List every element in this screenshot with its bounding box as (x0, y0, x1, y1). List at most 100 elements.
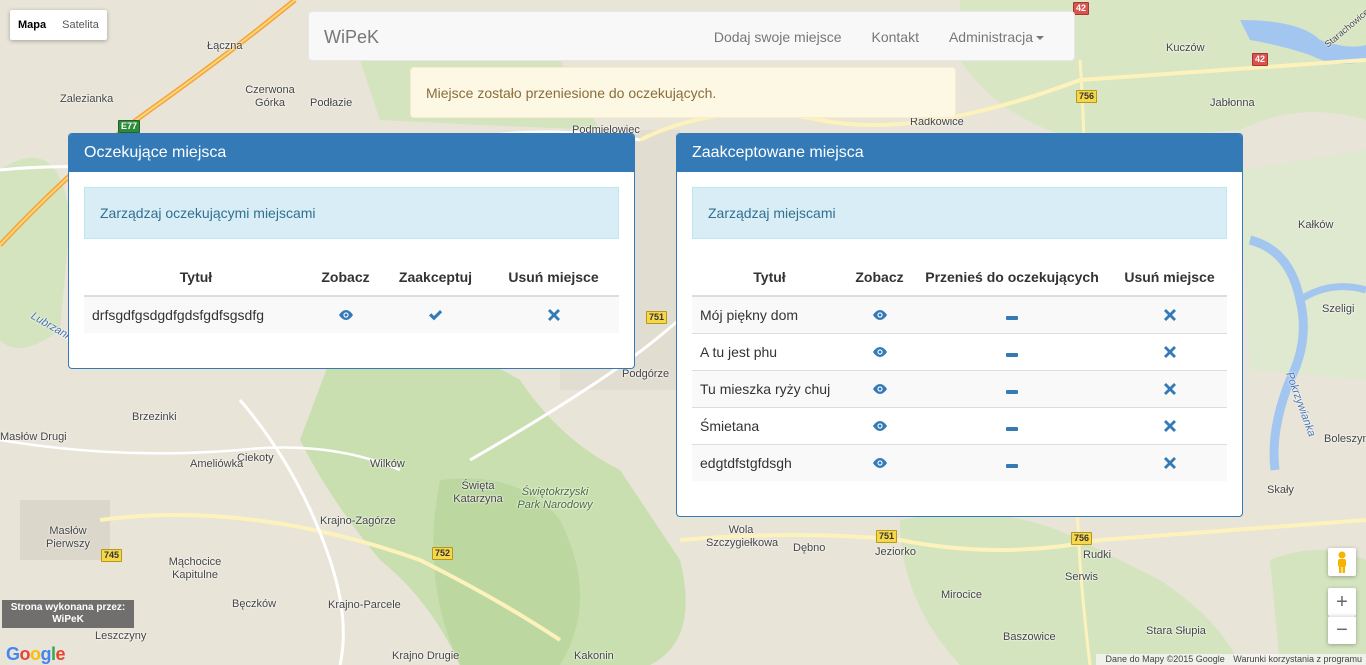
pegman-icon (1338, 551, 1346, 573)
panel-title: Oczekujące miejsca (69, 134, 634, 172)
column-header-view: Zobacz (308, 259, 383, 297)
map-label: Brzezinki (132, 411, 177, 423)
manage-places-info[interactable]: Zarządzaj miejscami (692, 187, 1227, 239)
view-cell (847, 443, 912, 481)
remove-icon[interactable] (1163, 345, 1176, 360)
map-label: Stara Słupia (1146, 625, 1206, 637)
map-type-satellite-button[interactable]: Satelita (54, 10, 107, 40)
map-label: Krajno-Zagórze (320, 515, 396, 527)
column-header-accept: Zaakceptuj (383, 259, 488, 297)
column-header-remove: Usuń miejsce (1112, 259, 1227, 297)
eye-icon[interactable] (338, 309, 354, 323)
place-title: Tu mieszka ryży chuj (692, 369, 847, 407)
map-label: Podgórze (622, 368, 670, 380)
nav-dropdown-administration[interactable]: Administracja (934, 12, 1059, 62)
table-row: A tu jest phu (692, 332, 1227, 370)
map-label: Mirocice (941, 589, 982, 601)
caret-down-icon (1036, 36, 1044, 41)
remove-cell (1112, 332, 1227, 370)
minus-icon[interactable] (1006, 457, 1018, 471)
map-label: Kałków (1298, 219, 1334, 231)
map-label: Wilków (370, 458, 405, 470)
map-label: Bęczków (232, 598, 277, 610)
map-label: Czerwona Górka (245, 84, 295, 109)
map-label: Skały (1267, 484, 1294, 496)
google-logo[interactable]: Google (6, 644, 66, 665)
panel-body: Zarządzaj miejscami Tytuł Zobacz Przenie… (677, 172, 1242, 496)
navbar-links: Dodaj swoje miejsce Kontakt Administracj… (699, 12, 1059, 62)
map-label: Krajno Drugie (392, 650, 460, 662)
check-icon[interactable] (428, 309, 443, 323)
view-cell (847, 332, 912, 370)
remove-cell (1112, 296, 1227, 333)
map-label: Jabłonna (1210, 97, 1255, 109)
table-row: Tu mieszka ryży chuj (692, 369, 1227, 407)
road-shield: 756 (1076, 90, 1098, 103)
road-shield: 756 (1071, 532, 1093, 545)
map-label: Baszowice (1003, 631, 1056, 643)
place-title: Śmietana (692, 406, 847, 444)
road-shield: 745 (101, 549, 123, 562)
map-label: Mąchocice Kapitulne (168, 556, 222, 581)
map-label: Kakonin (574, 650, 614, 662)
map-label: Masłów Drugi (0, 431, 67, 443)
eye-icon[interactable] (872, 346, 888, 360)
remove-icon[interactable] (547, 309, 560, 323)
pending-places-table: Tytuł Zobacz Zaakceptuj Usuń miejsce drf… (84, 259, 619, 333)
remove-cell (1112, 406, 1227, 444)
eye-icon[interactable] (872, 457, 888, 471)
navbar-brand[interactable]: WiPeK (324, 12, 379, 62)
map-label: Boleszyn (1324, 433, 1366, 445)
move-cell (912, 443, 1112, 481)
remove-cell (1112, 443, 1227, 481)
minus-icon[interactable] (1006, 420, 1018, 434)
accepted-places-table: Tytuł Zobacz Przenieś do oczekujących Us… (692, 259, 1227, 481)
remove-icon[interactable] (1163, 419, 1176, 434)
map-terms-link[interactable]: Warunki korzystania z programu (1233, 654, 1362, 664)
alert-warning: Miejsce zostało przeniesione do oczekują… (410, 67, 956, 118)
place-title: drfsgdfgsdgdfgdsfgdfsgsdfg (84, 296, 308, 333)
nav-link-contact[interactable]: Kontakt (856, 12, 933, 62)
eye-icon[interactable] (872, 383, 888, 397)
street-view-pegman-button[interactable] (1328, 548, 1356, 576)
road-shield: E77 (118, 120, 141, 133)
zoom-in-button[interactable]: + (1328, 588, 1356, 616)
minus-icon[interactable] (1006, 309, 1018, 323)
manage-pending-info[interactable]: Zarządzaj oczekującymi miejscami (84, 187, 619, 239)
remove-icon[interactable] (1163, 382, 1176, 397)
map-label: Szeligi (1322, 303, 1355, 315)
remove-icon[interactable] (1163, 456, 1176, 471)
site-credit-author: WiPeK (52, 614, 84, 625)
map-label: Kuczów (1166, 42, 1205, 54)
remove-icon[interactable] (1163, 308, 1176, 323)
map-label: Dębno (793, 542, 826, 554)
map-label: Krajno-Parcele (328, 599, 401, 611)
minus-icon[interactable] (1006, 346, 1018, 360)
table-row: Mój piękny dom (692, 296, 1227, 333)
view-cell (847, 406, 912, 444)
map-label: Łączna (207, 40, 243, 52)
map-type-map-button[interactable]: Mapa (10, 10, 54, 40)
map-data-attribution: Dane do Mapy ©2015 Google (1105, 654, 1225, 664)
road-shield: 752 (432, 547, 454, 560)
move-cell (912, 369, 1112, 407)
view-cell (308, 296, 383, 333)
map-label: Masłów Pierwszy (45, 525, 90, 550)
map-label: Serwis (1065, 571, 1099, 583)
nav-link-add-place[interactable]: Dodaj swoje miejsce (699, 12, 857, 62)
map-label: Podłazie (310, 97, 353, 109)
map-label: Zalezianka (60, 93, 114, 105)
map-label: Ameliówka (190, 458, 244, 470)
eye-icon[interactable] (872, 420, 888, 434)
zoom-out-button[interactable]: − (1328, 616, 1356, 644)
column-header-title: Tytuł (692, 259, 847, 297)
nav-dropdown-label: Administracja (948, 29, 1033, 45)
column-header-move-to-pending: Przenieś do oczekujących (912, 259, 1112, 297)
map-label: Rudki (1083, 549, 1112, 561)
eye-icon[interactable] (872, 309, 888, 323)
minus-icon[interactable] (1006, 383, 1018, 397)
map-label: Jeziorko (875, 546, 916, 558)
map-type-control: Mapa Satelita (10, 10, 107, 40)
map-label: Świętokrzyski Park Narodowy (517, 486, 593, 511)
table-row: drfsgdfgsdgdfgdsfgdfsgsdfg (84, 296, 619, 333)
